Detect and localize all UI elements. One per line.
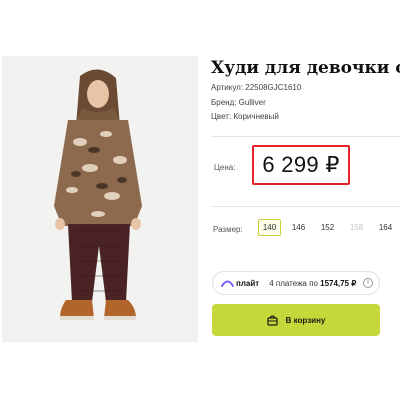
bag-icon xyxy=(267,314,278,326)
girl-in-hoodie-image xyxy=(2,56,198,342)
product-photo[interactable] xyxy=(2,56,198,342)
add-to-cart-label: В корзину xyxy=(285,315,326,325)
info-icon[interactable]: i xyxy=(363,278,373,288)
plait-logo-icon xyxy=(221,280,234,287)
plait-installment-banner[interactable]: плайт 4 платежа по 1574,75 ₽ i xyxy=(212,271,380,295)
size-option-146[interactable]: 146 xyxy=(287,219,310,236)
plait-brand: плайт xyxy=(236,278,260,288)
divider xyxy=(211,206,400,207)
plait-text: 4 платежа по 1574,75 ₽ xyxy=(269,279,356,288)
plait-amount: 1574,75 ₽ xyxy=(320,278,357,288)
size-label: Размер: xyxy=(213,225,243,234)
product-title: Худи для девочки ове xyxy=(211,58,400,78)
price-label: Цена: xyxy=(214,163,236,172)
size-selector: 140 146 152 158 164 xyxy=(258,219,397,236)
size-option-152[interactable]: 152 xyxy=(316,219,339,236)
add-to-cart-button[interactable]: В корзину xyxy=(212,304,380,336)
size-option-140[interactable]: 140 xyxy=(258,219,281,236)
price-value: 6 299 ₽ xyxy=(252,145,350,185)
product-color: Цвет: Коричневый xyxy=(211,112,279,121)
product-sku: Артикул: 22508GJC1610 xyxy=(211,83,302,92)
product-brand: Бренд: Gulliver xyxy=(211,98,266,107)
divider xyxy=(211,136,400,137)
size-option-164[interactable]: 164 xyxy=(374,219,397,236)
plait-logo: плайт xyxy=(221,279,259,288)
plait-description: 4 платежа по xyxy=(269,278,318,288)
size-option-158: 158 xyxy=(349,223,364,232)
